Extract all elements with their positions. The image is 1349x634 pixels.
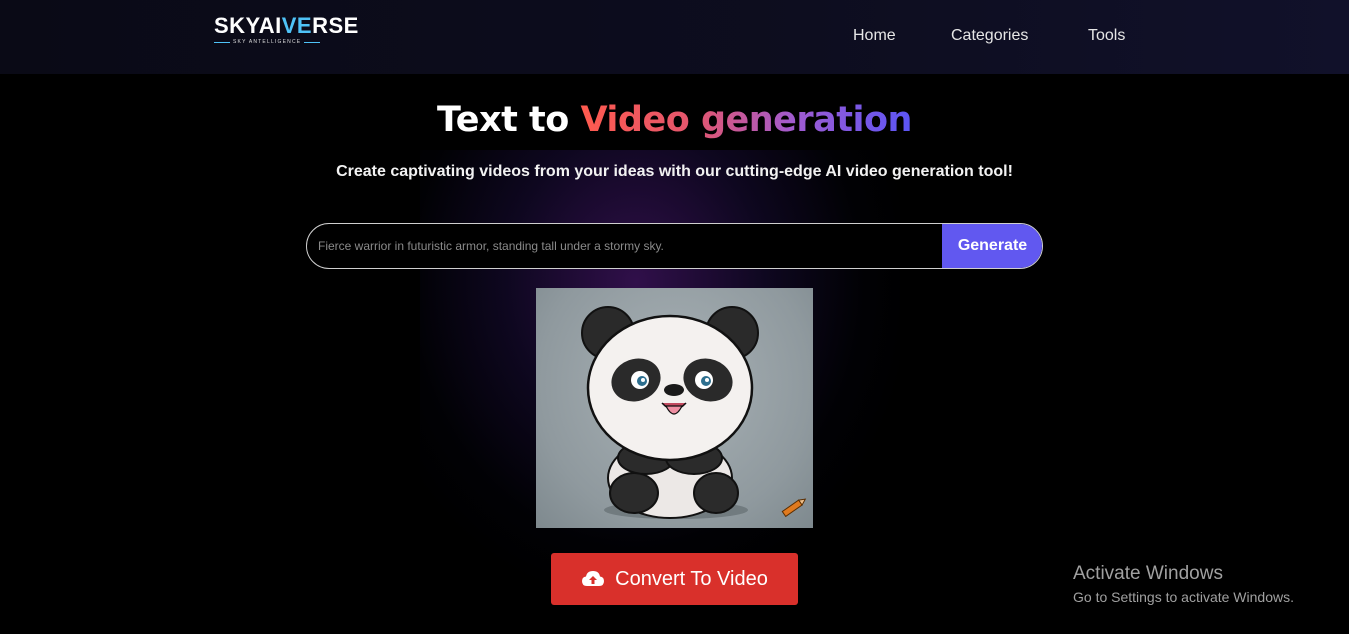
logo-tagline-row: SKY ANTELLIGENCE: [214, 39, 324, 45]
activation-title: Activate Windows: [1073, 563, 1223, 584]
title-gradient: Video generation: [580, 100, 912, 140]
page-title: Text to Video generation: [0, 97, 1349, 143]
convert-to-video-button[interactable]: Convert To Video: [551, 553, 798, 605]
nav-home-link[interactable]: Home: [853, 26, 896, 46]
cloud-upload-icon: [581, 569, 605, 589]
panda-illustration: [581, 306, 807, 519]
top-navbar: SKYAIVERSE SKY ANTELLIGENCE Home Categor…: [0, 0, 1349, 74]
logo-divider-left: [214, 41, 230, 43]
windows-activation-watermark: Activate Windows Go to Settings to activ…: [1073, 563, 1294, 606]
logo-divider-right: [304, 41, 321, 43]
title-plain: Text to: [437, 100, 581, 140]
generated-image-preview[interactable]: [536, 288, 813, 528]
logo-tagline: SKY ANTELLIGENCE: [233, 39, 302, 45]
logo-wordmark: SKYAIVERSE: [214, 13, 359, 38]
nav-categories-link[interactable]: Categories: [951, 26, 1028, 46]
page-subtitle: Create captivating videos from your idea…: [336, 163, 1013, 180]
activation-subtitle: Go to Settings to activate Windows.: [1073, 589, 1294, 605]
nav-tools-link[interactable]: Tools: [1088, 26, 1125, 46]
prompt-input[interactable]: [307, 224, 942, 268]
pencil-icon: [781, 498, 807, 518]
generate-button[interactable]: Generate: [942, 224, 1042, 268]
brand-logo[interactable]: SKYAIVERSE SKY ANTELLIGENCE: [214, 13, 359, 54]
convert-button-label: Convert To Video: [615, 567, 768, 590]
prompt-bar: Generate: [306, 223, 1043, 269]
